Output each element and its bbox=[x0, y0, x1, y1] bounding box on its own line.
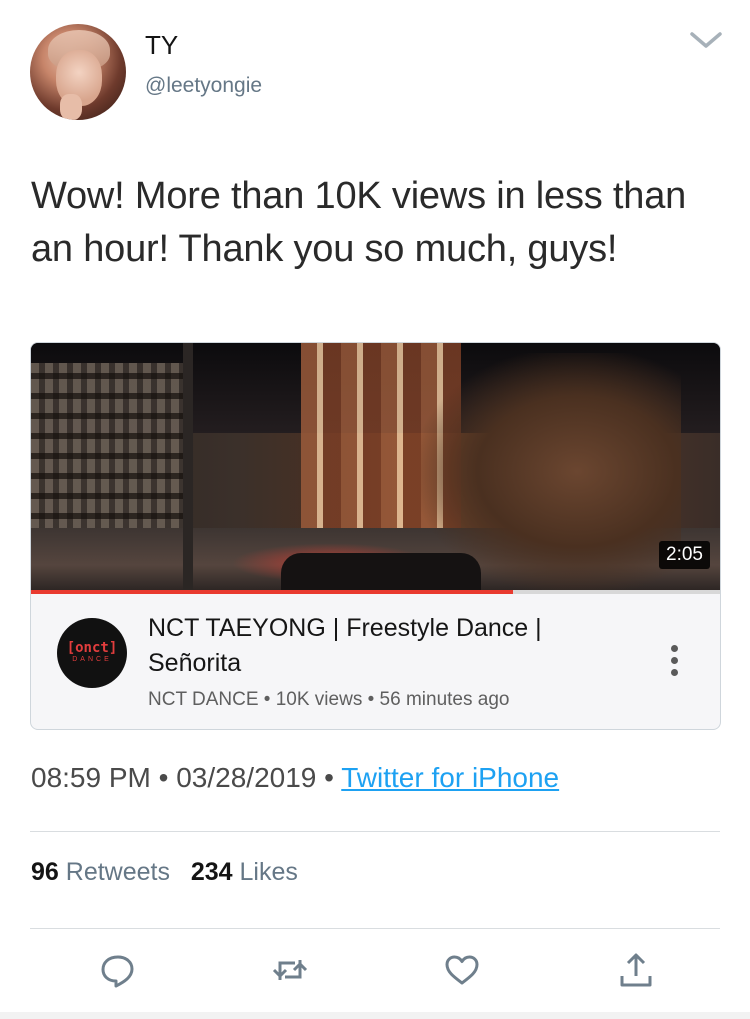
reply-icon[interactable] bbox=[98, 950, 138, 990]
timestamp-separator: • bbox=[324, 762, 334, 793]
thumb-bench bbox=[281, 553, 481, 590]
divider bbox=[30, 831, 720, 832]
retweet-label[interactable]: Retweets bbox=[66, 858, 170, 886]
video-meta: NCT DANCE • 10K views • 56 minutes ago bbox=[148, 689, 509, 711]
tweet-source-link[interactable]: Twitter for iPhone bbox=[341, 762, 559, 793]
video-duration: 2:05 bbox=[659, 541, 710, 569]
engagement-stats: 96 Retweets 234 Likes bbox=[31, 858, 298, 887]
share-icon[interactable] bbox=[616, 950, 656, 990]
user-handle[interactable]: @leetyongie bbox=[145, 74, 262, 98]
tweet-time: 08:59 PM bbox=[31, 762, 151, 793]
video-views: 10K views bbox=[275, 689, 363, 710]
tweet-text: Wow! More than 10K views in less than an… bbox=[31, 175, 687, 270]
like-count[interactable]: 234 bbox=[191, 858, 233, 886]
video-channel-name: NCT DANCE bbox=[148, 689, 259, 710]
like-label[interactable]: Likes bbox=[240, 858, 298, 886]
video-progress-bar bbox=[31, 590, 720, 594]
channel-logo[interactable]: [onct] DANCE bbox=[57, 618, 127, 688]
display-name[interactable]: TY bbox=[145, 30, 178, 61]
tweet-date: 03/28/2019 bbox=[176, 762, 317, 793]
video-age: 56 minutes ago bbox=[379, 689, 510, 710]
meta-separator: • bbox=[263, 689, 276, 710]
video-title[interactable]: NCT TAEYONG | Freestyle Dance | Señorita bbox=[148, 611, 618, 681]
more-options-icon[interactable] bbox=[671, 645, 679, 681]
meta-separator: • bbox=[367, 689, 380, 710]
avatar[interactable] bbox=[30, 24, 126, 120]
video-card[interactable]: 2:05 [onct] DANCE NCT TAEYONG | Freestyl… bbox=[30, 342, 721, 730]
tweet-timestamp: 08:59 PM • 03/28/2019 • Twitter for iPho… bbox=[31, 762, 559, 794]
video-progress-remaining bbox=[513, 590, 720, 594]
bottom-edge bbox=[0, 1012, 750, 1019]
channel-logo-text: [onct] bbox=[66, 640, 118, 656]
retweet-icon[interactable] bbox=[270, 950, 310, 990]
thumb-lamp-pole bbox=[183, 343, 193, 590]
channel-logo-subtext: DANCE bbox=[72, 656, 112, 663]
chevron-down-icon[interactable] bbox=[688, 30, 724, 50]
like-icon[interactable] bbox=[442, 950, 482, 990]
retweet-count[interactable]: 96 bbox=[31, 858, 59, 886]
avatar-hand bbox=[60, 94, 82, 120]
timestamp-separator: • bbox=[158, 762, 169, 793]
video-thumbnail[interactable]: 2:05 bbox=[31, 343, 720, 590]
action-bar bbox=[30, 950, 720, 994]
divider bbox=[30, 928, 720, 929]
thumb-building-windows bbox=[31, 363, 191, 533]
